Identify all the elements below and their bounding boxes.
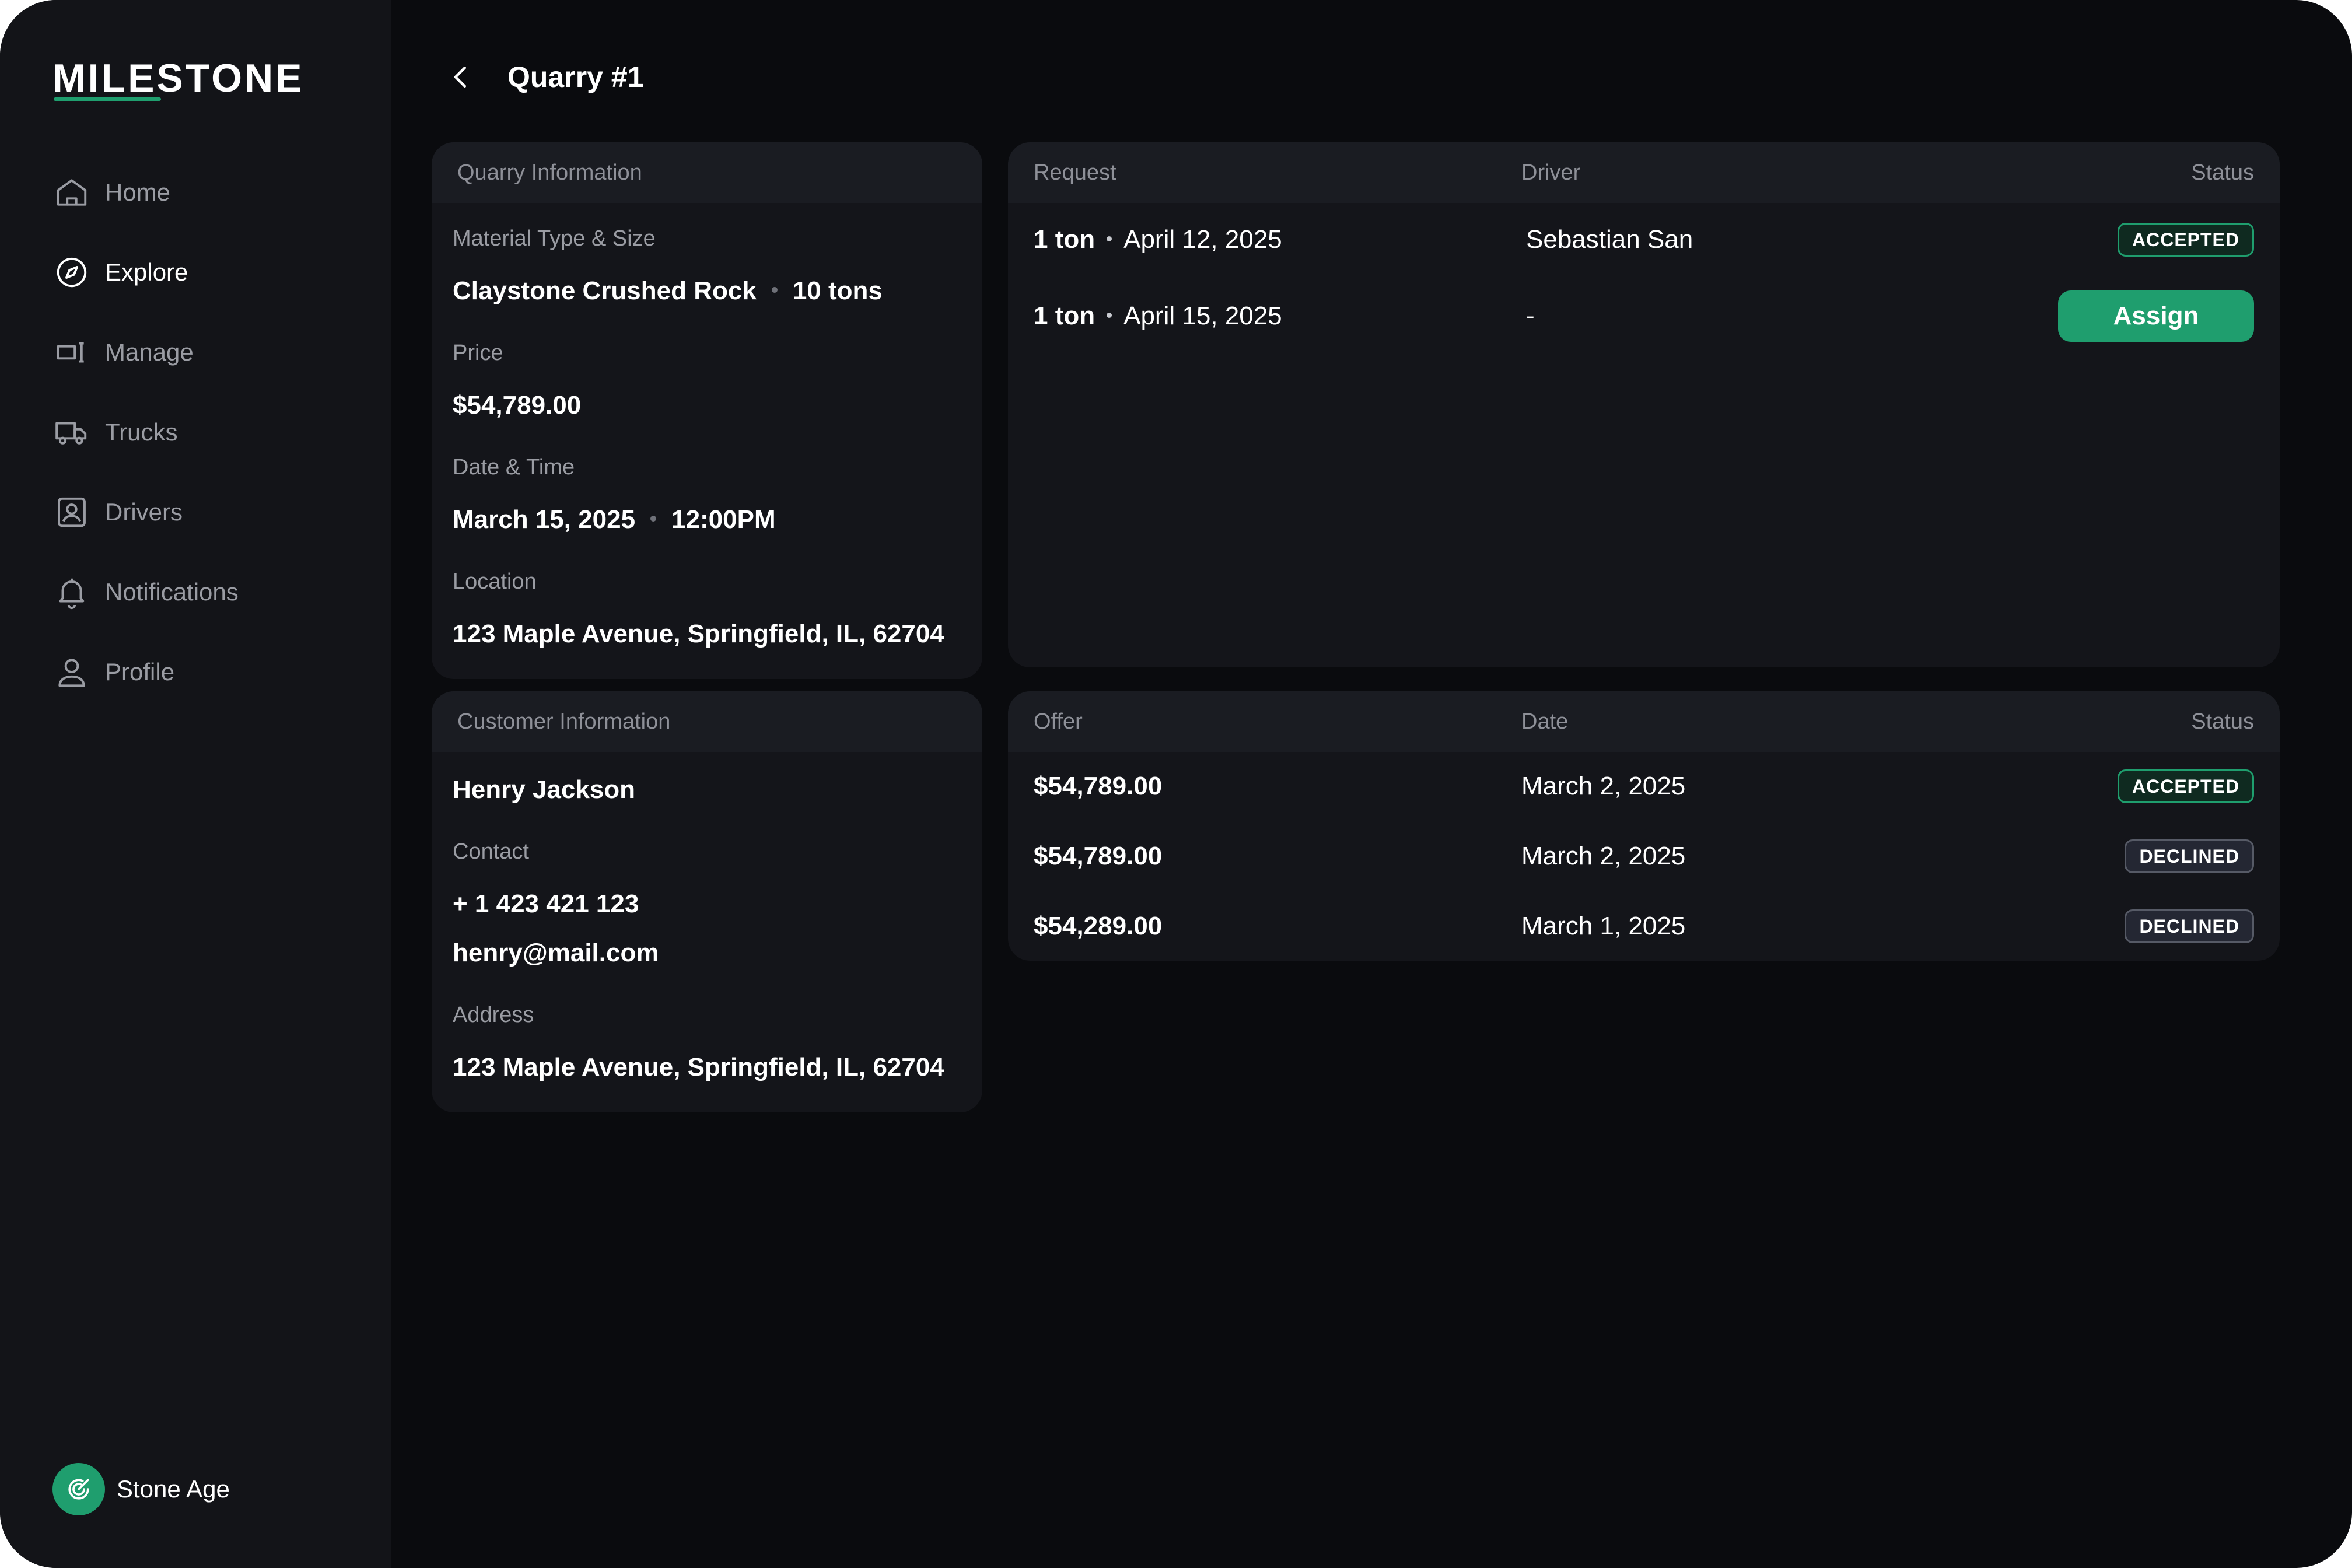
table-row[interactable]: $54,289.00 March 1, 2025 DECLINED	[1034, 903, 2254, 950]
material-value: Claystone Crushed Rock 10 tons	[453, 276, 883, 306]
offer-date: March 1, 2025	[1521, 912, 1686, 940]
offer-amount: $54,789.00	[1034, 842, 1163, 870]
sidebar-nav: Home Explore Manage Trucks Drivers Notif…	[52, 169, 239, 729]
request-cell: 1 ton April 12, 2025	[1034, 225, 1521, 254]
sidebar: MILESTONE Home Explore Manage Trucks Dri…	[0, 0, 391, 1568]
sidebar-item-label: Manage	[105, 338, 194, 366]
table-header: Request Driver Status	[1008, 142, 2280, 203]
status-cell: DECLINED	[2124, 839, 2254, 873]
address-label: Address	[453, 1003, 534, 1027]
sidebar-item-notifications[interactable]: Notifications	[52, 569, 239, 615]
customer-address: 123 Maple Avenue, Springfield, IL, 62704	[453, 1053, 944, 1082]
price-value: $54,789.00	[453, 391, 582, 419]
date-value: March 15, 2025	[453, 505, 636, 534]
sidebar-item-label: Explore	[105, 258, 188, 286]
sidebar-item-label: Trucks	[105, 418, 178, 446]
quarry-information-card: Quarry Information Material Type & Size …	[432, 142, 982, 679]
request-date: April 12, 2025	[1124, 225, 1282, 254]
sidebar-item-label: Profile	[105, 658, 175, 685]
back-arrow-icon[interactable]	[443, 54, 478, 100]
column-header-date: Date	[1521, 709, 1569, 734]
card-title: Quarry Information	[432, 142, 982, 203]
request-amount: 1 ton	[1034, 302, 1096, 330]
contact-label: Contact	[453, 839, 529, 864]
bell-icon	[52, 573, 91, 611]
sidebar-item-drivers[interactable]: Drivers	[52, 489, 239, 536]
sidebar-item-label: Home	[105, 178, 171, 206]
sidebar-item-explore[interactable]: Explore	[52, 249, 239, 296]
app-logo: MILESTONE	[52, 56, 304, 100]
customer-email[interactable]: henry@mail.com	[453, 939, 659, 968]
customer-name: Henry Jackson	[453, 775, 636, 804]
manage-icon	[52, 333, 91, 372]
compass-icon	[52, 253, 91, 292]
sidebar-item-manage[interactable]: Manage	[52, 329, 239, 376]
request-date: April 15, 2025	[1124, 302, 1282, 330]
customer-information-card: Customer Information Henry Jackson Conta…	[432, 691, 982, 1112]
table-row[interactable]: 1 ton April 15, 2025 - Assign	[1034, 290, 2254, 342]
account-name: Stone Age	[117, 1475, 230, 1503]
status-cell: Assign	[2058, 290, 2254, 342]
column-header-offer: Offer	[1034, 709, 1083, 734]
company-logo-icon	[52, 1463, 105, 1516]
card-title: Customer Information	[432, 691, 982, 752]
location-label: Location	[453, 569, 537, 594]
table-row[interactable]: $54,789.00 March 2, 2025 DECLINED	[1034, 833, 2254, 880]
sidebar-item-label: Drivers	[105, 498, 183, 526]
column-header-status: Status	[2191, 160, 2254, 185]
column-header-driver: Driver	[1521, 160, 1581, 185]
offer-amount: $54,289.00	[1034, 912, 1163, 940]
material-type: Claystone Crushed Rock	[453, 276, 757, 305]
sidebar-item-profile[interactable]: Profile	[52, 649, 239, 695]
offer-date: March 2, 2025	[1521, 842, 1686, 870]
table-row[interactable]: 1 ton April 12, 2025 Sebastian San ACCEPT…	[1034, 216, 2254, 263]
status-badge: DECLINED	[2124, 839, 2254, 873]
request-amount: 1 ton	[1034, 225, 1096, 254]
offers-table: Offer Date Status $54,789.00 March 2, 20…	[1008, 691, 2280, 961]
requests-table: Request Driver Status 1 ton April 12, 202…	[1008, 142, 2280, 667]
truck-icon	[52, 413, 91, 452]
material-label: Material Type & Size	[453, 226, 656, 251]
table-header: Offer Date Status	[1008, 691, 2280, 752]
price-label: Price	[453, 341, 503, 365]
status-cell: ACCEPTED	[2117, 223, 2254, 257]
customer-phone[interactable]: + 1 423 421 123	[453, 890, 639, 919]
offer-date: March 2, 2025	[1521, 772, 1686, 800]
home-icon	[52, 173, 91, 212]
app-window: MILESTONE Home Explore Manage Trucks Dri…	[0, 0, 2352, 1568]
column-header-status: Status	[2191, 709, 2254, 734]
sidebar-item-label: Notifications	[105, 578, 239, 606]
time-value: 12:00PM	[671, 505, 776, 534]
main-content: Quarry #1 Quarry Information Material Ty…	[391, 0, 2352, 1568]
logo-underline	[54, 97, 161, 101]
datetime-value: March 15, 2025 12:00PM	[453, 505, 776, 534]
table-row[interactable]: $54,789.00 March 2, 2025 ACCEPTED	[1034, 763, 2254, 810]
status-badge: DECLINED	[2124, 909, 2254, 943]
driver-name: -	[1526, 302, 1535, 330]
separator-dot	[650, 516, 657, 522]
column-header-request: Request	[1034, 160, 1116, 185]
status-cell: DECLINED	[2124, 909, 2254, 943]
page-header: Quarry #1	[443, 54, 643, 100]
separator-dot	[1107, 236, 1112, 242]
status-cell: ACCEPTED	[2117, 769, 2254, 803]
sidebar-item-trucks[interactable]: Trucks	[52, 409, 239, 456]
separator-dot	[1107, 312, 1112, 318]
driver-badge-icon	[52, 493, 91, 531]
user-icon	[52, 653, 91, 691]
account-switcher[interactable]: Stone Age	[52, 1463, 230, 1516]
status-badge: ACCEPTED	[2117, 223, 2254, 257]
assign-button[interactable]: Assign	[2058, 290, 2254, 342]
material-size: 10 tons	[792, 276, 883, 305]
request-cell: 1 ton April 15, 2025	[1034, 302, 1521, 331]
location-value: 123 Maple Avenue, Springfield, IL, 62704	[453, 620, 944, 648]
separator-dot	[771, 287, 778, 293]
driver-name: Sebastian San	[1526, 225, 1693, 254]
status-badge: ACCEPTED	[2117, 769, 2254, 803]
offer-amount: $54,789.00	[1034, 772, 1163, 800]
page-title: Quarry #1	[508, 61, 644, 93]
sidebar-item-home[interactable]: Home	[52, 169, 239, 216]
datetime-label: Date & Time	[453, 455, 575, 480]
